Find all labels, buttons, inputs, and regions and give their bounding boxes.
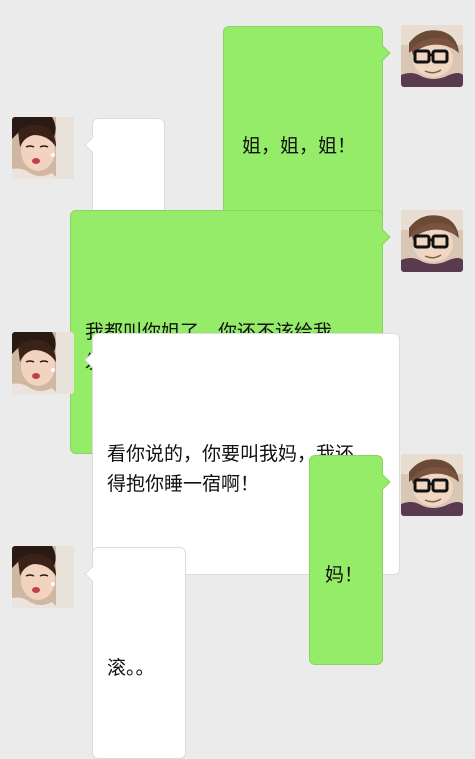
received-message-bubble[interactable]: 滚。。 xyxy=(84,547,186,759)
message-text: 滚。。 xyxy=(107,657,155,679)
chat-screen: { "chat": { "messages": [ { "sender": "m… xyxy=(0,0,475,759)
girl-avatar[interactable] xyxy=(12,546,74,608)
sent-message-bubble[interactable]: 妈！ xyxy=(309,455,391,665)
sent-message-bubble[interactable]: 姐，姐，姐！ xyxy=(223,26,391,236)
message-text: 妈！ xyxy=(325,564,364,586)
message-text: 姐，姐，姐！ xyxy=(242,135,357,157)
boy-with-glasses-avatar[interactable] xyxy=(401,210,463,272)
boy-with-glasses-avatar[interactable] xyxy=(401,25,463,87)
boy-with-glasses-avatar[interactable] xyxy=(401,454,463,516)
girl-avatar[interactable] xyxy=(12,117,74,179)
girl-avatar[interactable] xyxy=(12,332,74,394)
